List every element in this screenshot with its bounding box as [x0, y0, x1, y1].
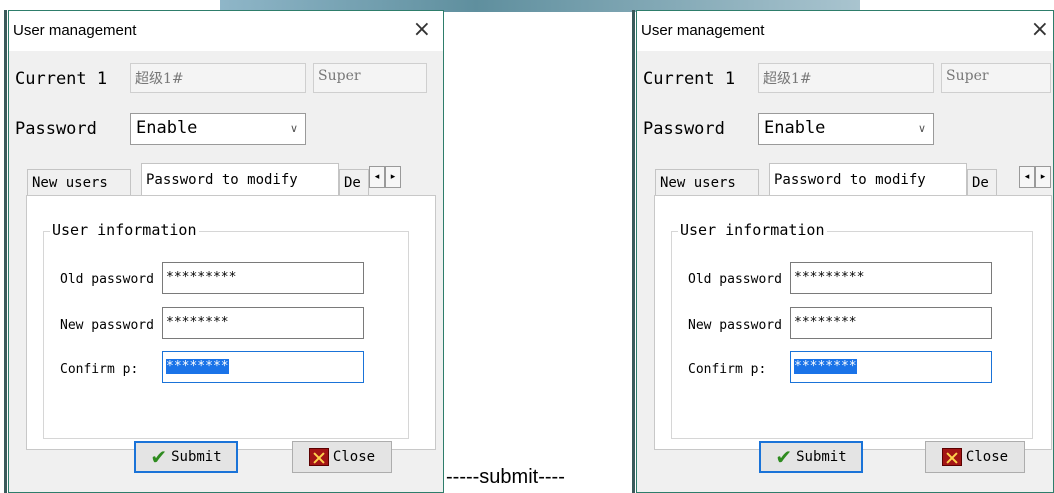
- tab-strip: New users Password to modify De ◂ ▸: [655, 163, 1053, 195]
- selected-text: ********: [794, 359, 857, 374]
- tab-panel: User information Old password ********* …: [654, 195, 1052, 450]
- user-management-dialog: User management × Current 1 超级1# Super P…: [8, 10, 444, 493]
- tab-new-users[interactable]: New users: [655, 169, 759, 195]
- selected-text: ********: [166, 359, 229, 374]
- confirm-password-input[interactable]: ********: [162, 351, 364, 383]
- new-password-input[interactable]: ********: [162, 307, 364, 339]
- tab-delete[interactable]: De: [967, 169, 997, 195]
- new-password-label: New password: [60, 318, 154, 333]
- dialog-title: User management: [13, 22, 137, 39]
- password-mode-value: Enable: [136, 118, 198, 138]
- check-icon: ✔: [775, 445, 793, 469]
- tab-password-to-modify[interactable]: Password to modify: [141, 163, 339, 195]
- new-password-label: New password: [688, 318, 782, 333]
- current-role-field: Super: [313, 63, 427, 93]
- old-password-label: Old password: [60, 272, 154, 287]
- confirm-password-label: Confirm p:: [688, 362, 767, 377]
- dialog-title: User management: [641, 22, 765, 39]
- tab-new-users[interactable]: New users: [27, 169, 131, 195]
- user-information-group: User information Old password ********* …: [43, 221, 409, 439]
- submit-label: Submit: [171, 449, 222, 465]
- tab-scroll: ◂ ▸: [1019, 166, 1051, 188]
- group-title: User information: [678, 221, 827, 239]
- close-button[interactable]: Close: [925, 441, 1025, 473]
- submit-button[interactable]: ✔ Submit: [134, 441, 238, 473]
- title-bar: User management ×: [637, 11, 1053, 51]
- tab-password-to-modify[interactable]: Password to modify: [769, 163, 967, 195]
- password-mode-select[interactable]: Enable ∨: [758, 113, 934, 145]
- password-mode-value: Enable: [764, 118, 826, 138]
- close-icon[interactable]: ×: [1031, 17, 1049, 42]
- current-user-field: 超级1#: [758, 63, 934, 93]
- close-label: Close: [965, 449, 1009, 465]
- new-password-input[interactable]: ********: [790, 307, 992, 339]
- confirm-password-label: Confirm p:: [60, 362, 139, 377]
- current-role-field: Super: [941, 63, 1051, 93]
- arrow-right-icon[interactable]: ▸: [385, 166, 401, 188]
- user-information-group: User information Old password ********* …: [671, 221, 1033, 439]
- submit-label: Submit: [796, 449, 847, 465]
- tab-panel: User information Old password ********* …: [26, 195, 436, 450]
- title-bar: User management ×: [9, 11, 443, 51]
- group-title: User information: [50, 221, 199, 239]
- tab-scroll: ◂ ▸: [369, 166, 401, 188]
- password-label: Password: [643, 119, 725, 139]
- current-user-field: 超级1#: [130, 63, 306, 93]
- old-password-input[interactable]: *********: [790, 262, 992, 294]
- check-icon: ✔: [150, 445, 168, 469]
- close-icon: [308, 448, 329, 466]
- background-edge: [632, 10, 635, 493]
- current-user-label: Current 1: [643, 69, 736, 89]
- password-label: Password: [15, 119, 97, 139]
- chevron-down-icon: ∨: [917, 122, 926, 135]
- current-user-label: Current 1: [15, 69, 108, 89]
- tab-strip: New users Password to modify De ◂ ▸: [27, 163, 437, 195]
- confirm-password-input[interactable]: ********: [790, 351, 992, 383]
- chevron-down-icon: ∨: [289, 122, 298, 135]
- old-password-label: Old password: [688, 272, 782, 287]
- close-icon: [941, 448, 962, 466]
- tab-delete[interactable]: De: [339, 169, 369, 195]
- background-edge: [4, 10, 7, 493]
- old-password-input[interactable]: *********: [162, 262, 364, 294]
- close-icon[interactable]: ×: [413, 17, 431, 42]
- submit-caption: -----submit----: [446, 466, 565, 488]
- close-label: Close: [332, 449, 376, 465]
- arrow-left-icon[interactable]: ◂: [1019, 166, 1035, 188]
- arrow-left-icon[interactable]: ◂: [369, 166, 385, 188]
- close-button[interactable]: Close: [292, 441, 392, 473]
- arrow-right-icon[interactable]: ▸: [1035, 166, 1051, 188]
- submit-button[interactable]: ✔ Submit: [759, 441, 863, 473]
- user-management-dialog: User management × Current 1 超级1# Super P…: [636, 10, 1054, 493]
- password-mode-select[interactable]: Enable ∨: [130, 113, 306, 145]
